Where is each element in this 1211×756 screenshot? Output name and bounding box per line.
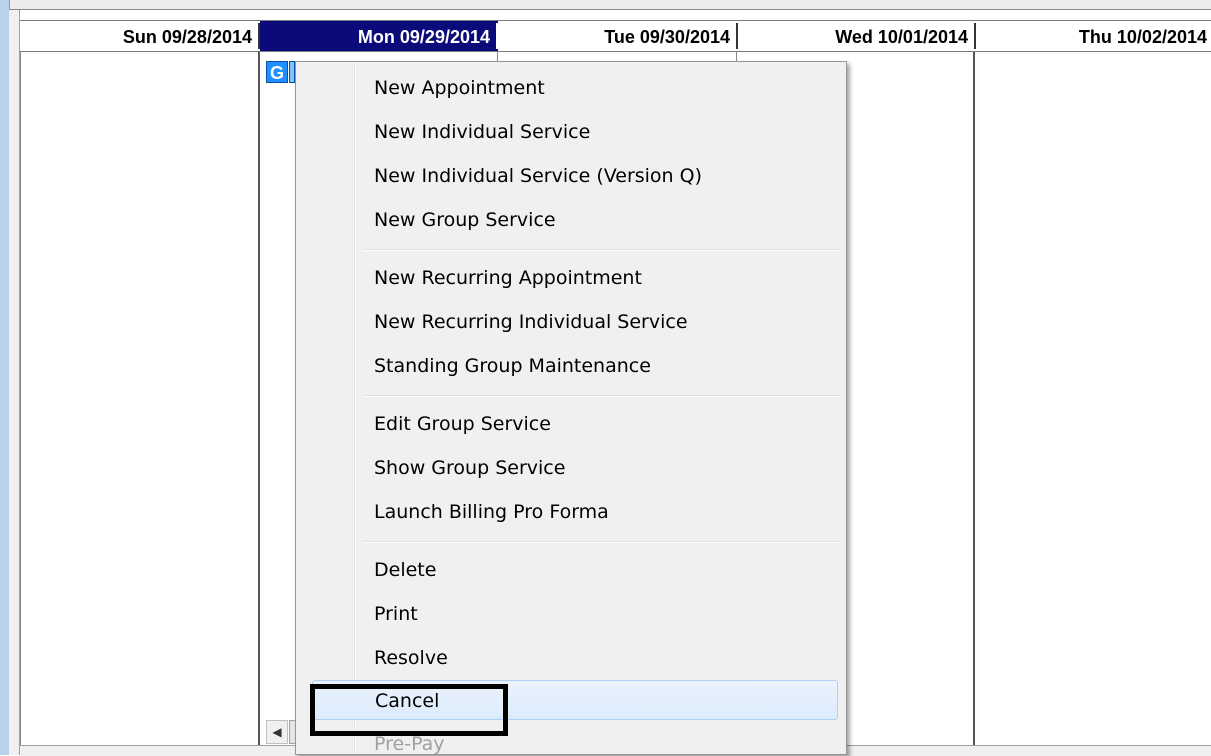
- menu-separator: [364, 541, 842, 543]
- window-top-border: [0, 0, 1211, 10]
- menu-item-new-recurring-appointment[interactable]: New Recurring Appointment: [298, 258, 844, 298]
- day-header-label: Mon 09/29/2014: [357, 27, 490, 47]
- column-divider: [258, 52, 260, 745]
- menu-item-launch-billing-pro-forma[interactable]: Launch Billing Pro Forma: [298, 492, 844, 532]
- day-header-sun[interactable]: Sun 09/28/2014: [20, 20, 260, 52]
- day-header-thu[interactable]: Thu 10/02/2014: [976, 20, 1211, 52]
- menu-item-new-recurring-individual-service[interactable]: New Recurring Individual Service: [298, 302, 844, 342]
- menu-item-new-individual-service[interactable]: New Individual Service: [298, 112, 844, 152]
- context-menu: New Appointment New Individual Service New…: [295, 61, 847, 755]
- menu-item-delete[interactable]: Delete: [298, 550, 844, 590]
- day-header-label: Sun 09/28/2014: [122, 27, 252, 47]
- menu-separator: [364, 249, 842, 251]
- menu-item-show-group-service[interactable]: Show Group Service: [298, 448, 844, 488]
- menu-item-resolve[interactable]: Resolve: [298, 638, 844, 678]
- menu-separator: [364, 395, 842, 397]
- group-appointment-badge[interactable]: G: [266, 61, 288, 83]
- column-divider: [20, 52, 21, 745]
- day-header-mon[interactable]: Mon 09/29/2014: [260, 20, 498, 52]
- menu-item-cancel[interactable]: Cancel: [312, 680, 838, 720]
- menu-item-new-individual-service-version-q[interactable]: New Individual Service (Version Q): [298, 156, 844, 196]
- menu-item-print[interactable]: Print: [298, 594, 844, 634]
- day-header-label: Wed 10/01/2014: [835, 27, 968, 47]
- left-panel-edge: [9, 10, 20, 755]
- menu-item-standing-group-maintenance[interactable]: Standing Group Maintenance: [298, 346, 844, 386]
- menu-item-pre-pay[interactable]: Pre-Pay: [298, 724, 844, 754]
- day-header-tue[interactable]: Tue 09/30/2014: [498, 20, 738, 52]
- scroll-left-button[interactable]: ◀: [266, 720, 288, 744]
- day-header-wed[interactable]: Wed 10/01/2014: [738, 20, 976, 52]
- menu-item-edit-group-service[interactable]: Edit Group Service: [298, 404, 844, 444]
- day-header-label: Thu 10/02/2014: [1078, 27, 1207, 47]
- menu-item-new-group-service[interactable]: New Group Service: [298, 200, 844, 240]
- menu-item-new-appointment[interactable]: New Appointment: [298, 68, 844, 108]
- column-divider: [973, 52, 975, 745]
- day-header-label: Tue 09/30/2014: [604, 27, 730, 47]
